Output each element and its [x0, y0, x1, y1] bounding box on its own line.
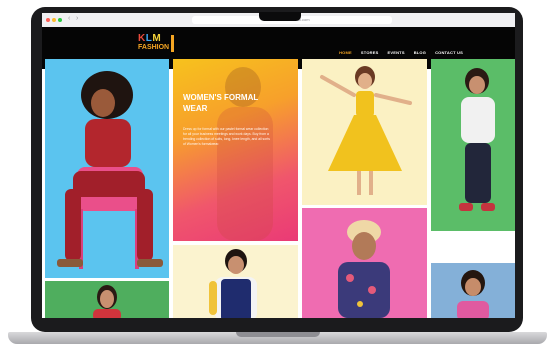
- tile-mens-ethnic-model[interactable]: [302, 208, 427, 318]
- man-on-chair-illustration: [57, 71, 163, 269]
- woman-traditional-illustration: [457, 270, 489, 318]
- forward-arrow-icon[interactable]: ›: [76, 15, 78, 22]
- logo-accent-bar: [171, 35, 174, 52]
- boy-casual-illustration: [459, 68, 495, 211]
- maximize-window-dot[interactable]: [58, 18, 62, 22]
- logo-letter-l: L: [145, 33, 153, 44]
- girl-yellow-dress-illustration: [320, 66, 412, 195]
- woman-portrait-illustration: [93, 285, 121, 318]
- close-window-dot[interactable]: [46, 18, 50, 22]
- promo-description: Dress up for formal with our pastel form…: [183, 127, 270, 146]
- back-arrow-icon[interactable]: ‹: [68, 15, 70, 22]
- logo-wordmark: KLM: [138, 33, 161, 44]
- tile-womens-formal-promo[interactable]: WOMEN'S FORMAL WEAR Dress up for formal …: [173, 59, 298, 241]
- minimize-window-dot[interactable]: [52, 18, 56, 22]
- tile-womens-ethnic-model[interactable]: [45, 281, 169, 318]
- nav-stores[interactable]: STORES: [361, 50, 379, 55]
- promo-model-silhouette: [217, 67, 273, 241]
- man-turban-illustration: [338, 220, 390, 318]
- nav-contact-us[interactable]: CONTACT US: [435, 50, 463, 55]
- tile-boys-casual-model[interactable]: [431, 59, 515, 231]
- logo-letter-m: M: [152, 33, 162, 44]
- camera-notch: [259, 12, 301, 21]
- tile-kids-dress-model[interactable]: [302, 59, 427, 205]
- site-logo[interactable]: KLM FASHION: [138, 33, 178, 57]
- nav-home[interactable]: HOME: [339, 50, 352, 55]
- main-nav: HOME STORES EVENTS BLOG CONTACT US: [339, 50, 463, 55]
- tile-spacer: [431, 233, 515, 261]
- laptop-screen: ‹ › klmfashionmall.com KLM FASHION HOME …: [42, 13, 515, 318]
- logo-letter-k: K: [138, 33, 146, 44]
- logo-subtitle: FASHION: [138, 44, 170, 51]
- laptop-base-notch: [236, 332, 320, 337]
- nav-events[interactable]: EVENTS: [387, 50, 404, 55]
- tile-boys-ethnic-model[interactable]: [173, 245, 298, 318]
- tile-womens-traditional-model[interactable]: [431, 263, 515, 318]
- tile-menswear-model[interactable]: [45, 59, 169, 278]
- nav-blog[interactable]: BLOG: [414, 50, 426, 55]
- promo-title: WOMEN'S FORMAL WEAR: [183, 93, 259, 113]
- boy-vest-illustration: [209, 249, 257, 318]
